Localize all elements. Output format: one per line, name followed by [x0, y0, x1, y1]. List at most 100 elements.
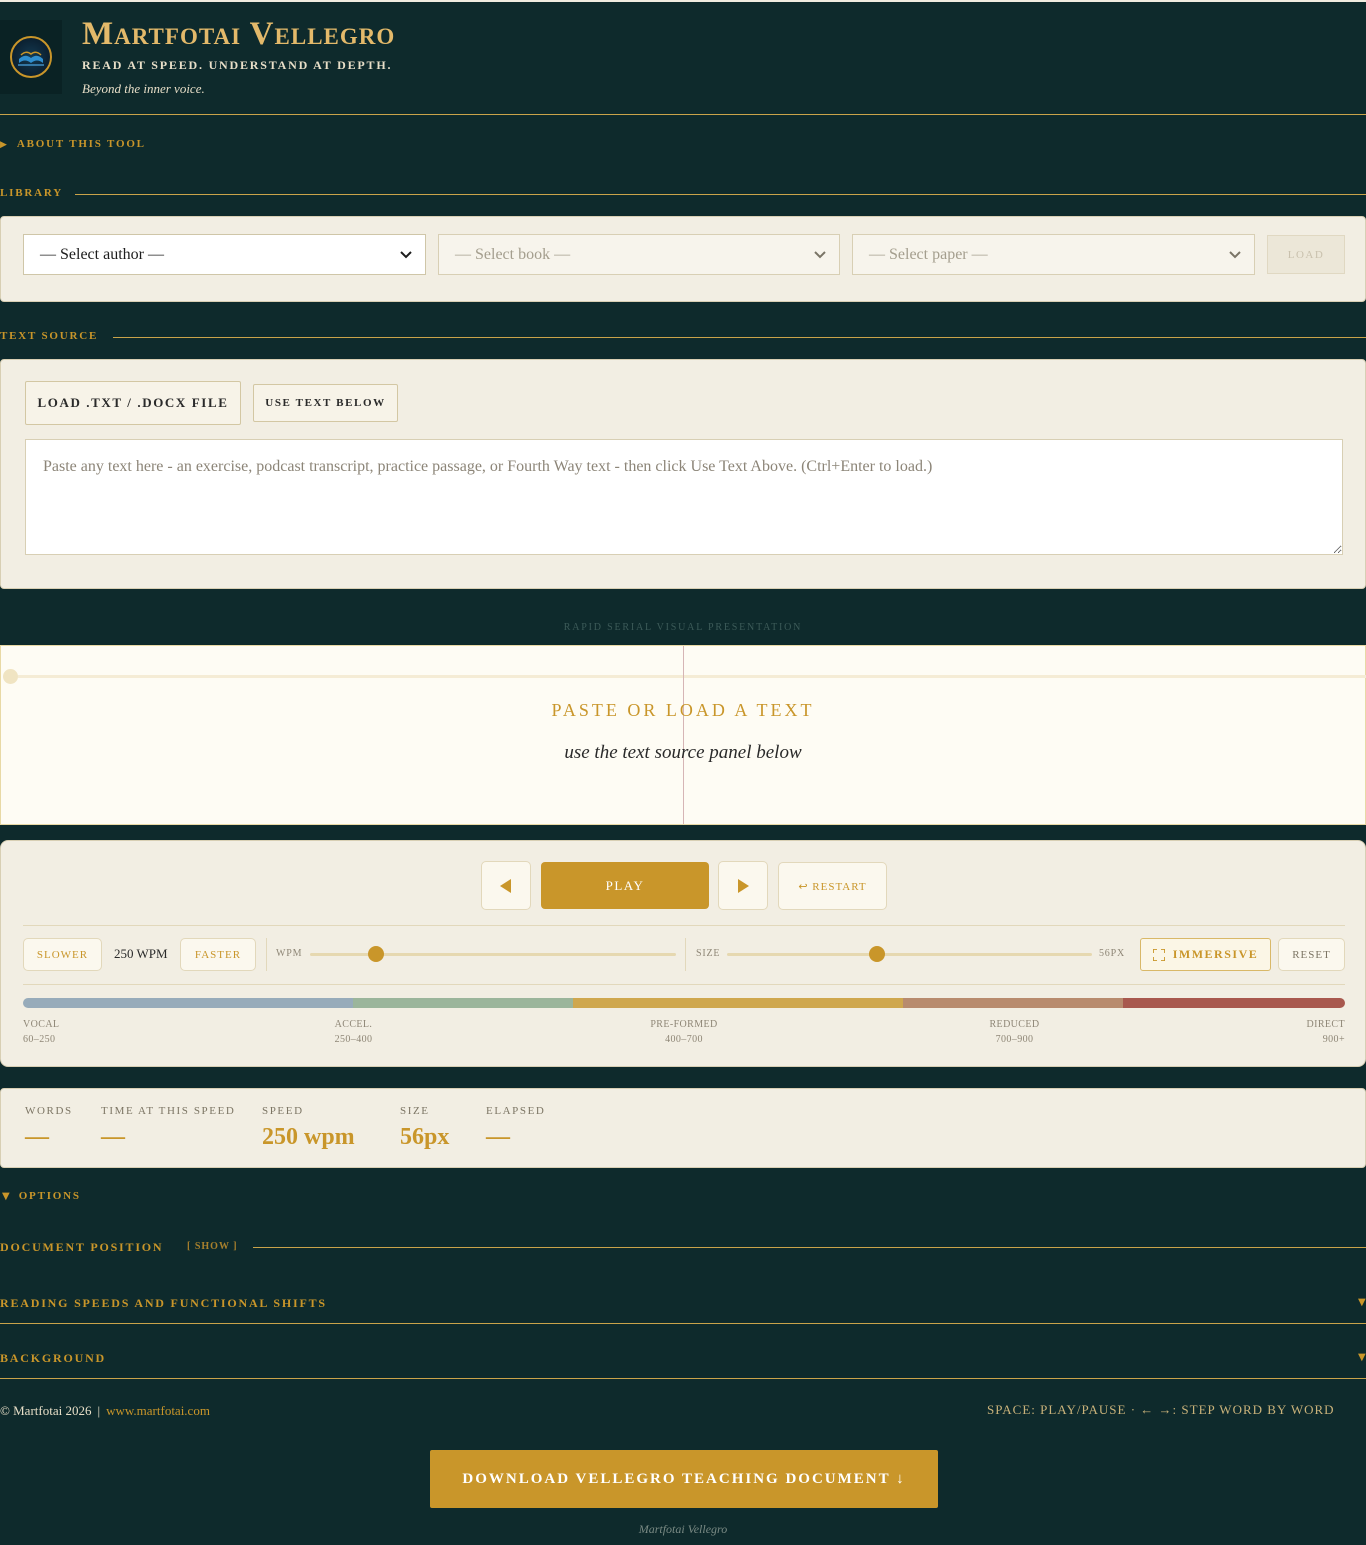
about-toggle[interactable]: ▶ ABOUT THIS TOOL: [0, 137, 146, 151]
author-select[interactable]: — Select author —: [23, 234, 426, 275]
section-background[interactable]: BACKGROUND: [0, 1351, 106, 1366]
chevron-down-icon[interactable]: ▼: [1358, 1297, 1366, 1308]
wpm-slider-knob[interactable]: [367, 946, 384, 962]
size-stat-label: SIZE: [400, 1105, 430, 1117]
app-title: Martfotai Vellegro: [82, 16, 396, 52]
speed-zone-segment: [903, 998, 1123, 1008]
speed-zone-segment: [573, 998, 903, 1008]
size-slider-track[interactable]: [727, 953, 1092, 956]
download-label: DOWNLOAD VELLEGRO TEACHING DOCUMENT ↓: [462, 1470, 906, 1487]
download-button[interactable]: DOWNLOAD VELLEGRO TEACHING DOCUMENT ↓: [430, 1450, 938, 1508]
book-select-value: — Select book —: [455, 245, 571, 263]
header-divider: [0, 114, 1366, 115]
speed-zone-labels: VOCAL 60–250 ACCEL. 250–400 PRE-FORMED 400–70…: [23, 1017, 1345, 1049]
triangle-down-icon: ▼: [2, 1190, 10, 1202]
speed-label: SPEED: [262, 1105, 304, 1117]
slower-button[interactable]: SLOWER: [23, 938, 102, 971]
chevron-down-icon: [1229, 251, 1241, 259]
size-readout: 56PX: [1099, 948, 1125, 959]
immersive-button[interactable]: IMMERSIVE: [1140, 938, 1271, 971]
speed-zone-range: 60–250: [23, 1034, 56, 1045]
controls-divider-top: [23, 925, 1345, 926]
triangle-right-icon: ▶: [0, 140, 7, 150]
footer-left: © Martfotai 2026 | www.martfotai.com: [0, 1403, 210, 1419]
chevron-down-icon[interactable]: ▼: [1358, 1352, 1366, 1363]
words-label: WORDS: [25, 1105, 73, 1117]
use-text-button[interactable]: USE TEXT BELOW: [253, 384, 398, 422]
book-select[interactable]: — Select book —: [438, 234, 840, 275]
elapsed-value: —: [486, 1124, 510, 1150]
document-position-toggle[interactable]: [ SHOW ]: [187, 1241, 238, 1252]
speed-zone-name: DIRECT: [1306, 1019, 1345, 1030]
app-tagline: READ AT SPEED. UNDERSTAND AT DEPTH.: [82, 58, 393, 72]
chevron-down-icon: [814, 251, 826, 259]
play-button[interactable]: PLAY: [541, 862, 709, 909]
paper-select[interactable]: — Select paper —: [852, 234, 1255, 275]
faster-button[interactable]: FASTER: [180, 938, 256, 971]
use-text-label: USE TEXT BELOW: [265, 397, 386, 409]
rsvp-prompt: PASTE OR LOAD A TEXT: [551, 700, 815, 720]
chevron-down-icon: [400, 251, 412, 259]
next-word-button[interactable]: [718, 861, 768, 910]
controls-separator: [685, 938, 686, 971]
prev-word-button[interactable]: [481, 861, 531, 910]
footer-separator: |: [97, 1403, 101, 1418]
elapsed-label: ELAPSED: [486, 1105, 546, 1117]
open-book-wings-icon: [10, 36, 52, 78]
rsvp-progress-track: [18, 675, 1366, 678]
copyright: © Martfotai 2026: [0, 1403, 92, 1418]
keyboard-shortcuts: SPACE: PLAY/PAUSE · ← →: STEP WORD BY WO…: [987, 1402, 1335, 1417]
slower-label: SLOWER: [36, 948, 89, 961]
top-border: [0, 0, 1366, 2]
wpm-slider-label: WPM: [276, 948, 303, 959]
speed-zone-range: 700–900: [995, 1034, 1034, 1045]
speed-zone-label: VOCAL 60–250: [23, 1017, 59, 1047]
wpm-slider-track[interactable]: [310, 953, 676, 956]
reset-button[interactable]: RESET: [1278, 938, 1345, 971]
rsvp-progress-knob[interactable]: [3, 669, 18, 684]
paste-textarea[interactable]: [25, 439, 1343, 555]
section-reading-speeds[interactable]: READING SPEEDS AND FUNCTIONAL SHIFTS: [0, 1296, 327, 1311]
section-rule: [0, 1378, 1366, 1379]
size-slider-label: SIZE: [696, 948, 721, 959]
speed-zone-name: ACCEL.: [334, 1019, 373, 1030]
speed-zone-segment: [353, 998, 573, 1008]
load-button[interactable]: LOAD: [1267, 235, 1345, 274]
paper-select-value: — Select paper —: [869, 245, 988, 263]
speed-zone-label: PRE-FORMED 400–700: [624, 1017, 744, 1047]
size-stat-value: 56px: [400, 1124, 450, 1150]
logo: [0, 20, 62, 94]
controls-divider-bottom: [23, 984, 1345, 985]
size-slider-knob[interactable]: [868, 946, 885, 962]
load-file-button[interactable]: LOAD .TXT / .DOCX FILE: [25, 381, 241, 425]
options-toggle[interactable]: ▼ OPTIONS: [2, 1190, 81, 1202]
speed-zone-range: 400–700: [665, 1034, 703, 1045]
restart-button[interactable]: ↩ RESTART: [778, 862, 887, 910]
options-label: OPTIONS: [18, 1190, 81, 1202]
about-label: ABOUT THIS TOOL: [16, 137, 146, 150]
library-rule: [75, 194, 1366, 195]
controls-separator: [266, 938, 267, 971]
load-button-label: LOAD: [1287, 248, 1325, 261]
play-button-label: PLAY: [605, 877, 645, 893]
time-label: TIME AT THIS SPEED: [101, 1105, 236, 1117]
speed-zone-name: REDUCED: [989, 1019, 1040, 1030]
text-source-rule: [113, 337, 1366, 338]
fullscreen-icon: [1152, 948, 1165, 961]
speed-zone-label: REDUCED 700–900: [955, 1017, 1075, 1047]
speed-zone-range: 250–400: [334, 1034, 373, 1045]
section-rule: [0, 1323, 1366, 1324]
speed-zone-label: DIRECT 900+: [1306, 1017, 1345, 1047]
speed-zone-name: VOCAL: [23, 1019, 60, 1030]
triangle-left-icon: [500, 878, 511, 893]
faster-label: FASTER: [194, 948, 242, 961]
speed-zone-segment: [1123, 998, 1345, 1008]
footer-signature: Martfotai Vellegro: [638, 1522, 728, 1536]
speed-zone-bar: [23, 998, 1345, 1008]
restart-label: ↩ RESTART: [798, 880, 867, 893]
load-file-label: LOAD .TXT / .DOCX FILE: [37, 395, 229, 410]
words-value: —: [25, 1124, 49, 1150]
reset-label: RESET: [1292, 948, 1331, 961]
website-link[interactable]: www.martfotai.com: [106, 1403, 210, 1419]
immersive-label: IMMERSIVE: [1172, 947, 1259, 961]
